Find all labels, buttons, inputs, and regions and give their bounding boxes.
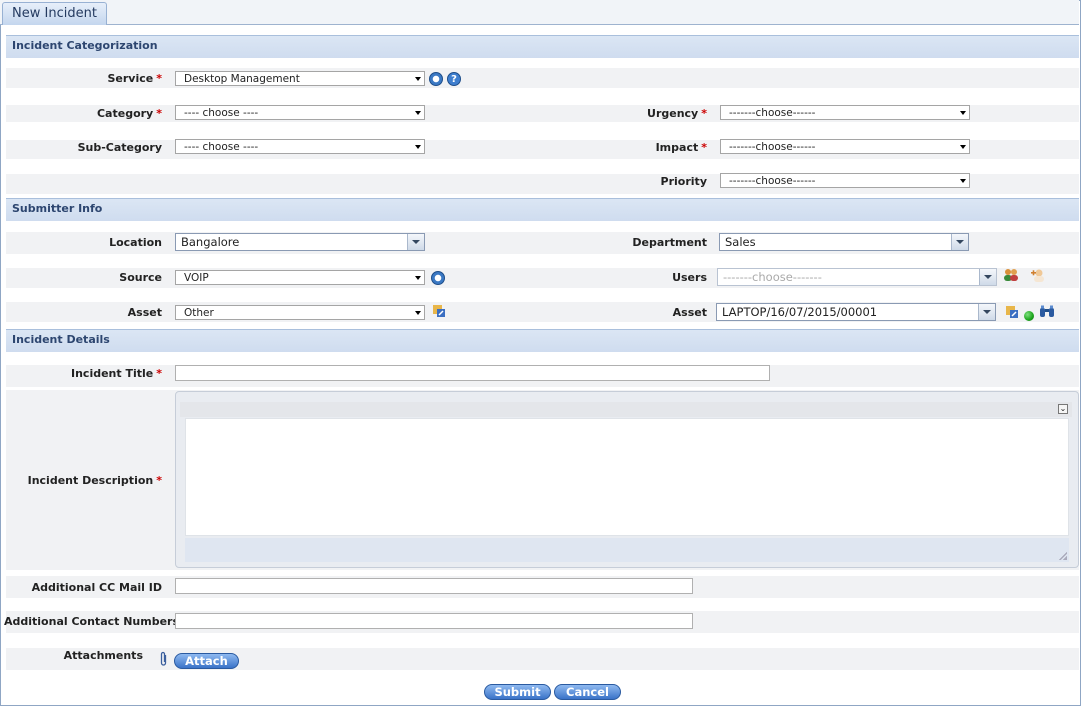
users-label: Users <box>672 271 707 284</box>
section-incident-details: Incident Details <box>6 329 1079 352</box>
contact-numbers-input[interactable] <box>175 613 693 629</box>
asset-right-label: Asset <box>672 306 707 319</box>
binoculars-icon[interactable] <box>1039 305 1055 318</box>
source-select[interactable]: VOIP <box>175 270 425 285</box>
category-select[interactable]: ---- choose ---- <box>175 105 425 120</box>
impact-label: Impact * <box>655 141 707 154</box>
priority-select[interactable]: -------choose------ <box>720 173 970 188</box>
department-select[interactable]: Sales <box>719 233 969 251</box>
gear-icon[interactable] <box>429 72 443 86</box>
gear-icon[interactable] <box>431 271 445 285</box>
sub-category-label: Sub-Category <box>77 141 162 154</box>
incident-description-label: Incident Description * <box>27 474 162 487</box>
editor-toolbar: ⌄ <box>180 402 1072 417</box>
priority-label: Priority <box>660 175 707 188</box>
service-select[interactable]: Desktop Management <box>175 71 425 86</box>
status-dot-icon <box>1024 311 1034 321</box>
category-label: Category * <box>96 107 162 120</box>
paperclip-icon <box>160 651 167 666</box>
location-select[interactable]: Bangalore <box>175 233 425 251</box>
asset-right-select[interactable]: LAPTOP/16/07/2015/00001 <box>716 303 996 321</box>
cc-mail-input[interactable] <box>175 578 693 594</box>
service-label: Service * <box>107 72 163 85</box>
incident-title-label: Incident Title * <box>71 367 162 380</box>
rich-text-editor: ⌄ <box>175 391 1079 568</box>
urgency-label: Urgency * <box>647 107 707 120</box>
help-icon[interactable]: ? <box>447 72 461 86</box>
row-service <box>6 68 1079 88</box>
users-select[interactable]: -------choose------- <box>717 268 997 286</box>
resize-handle-icon[interactable] <box>1059 552 1067 560</box>
asset-edit-icon[interactable] <box>432 304 446 318</box>
attachments-label: Attachments <box>63 649 143 662</box>
urgency-select[interactable]: -------choose------ <box>720 105 970 120</box>
impact-select[interactable]: -------choose------ <box>720 139 970 154</box>
cc-mail-label: Additional CC Mail ID <box>31 581 162 594</box>
attach-button[interactable]: Attach <box>174 653 239 669</box>
asset-label: Asset <box>127 306 162 319</box>
chevron-down-icon[interactable]: ⌄ <box>1058 404 1068 414</box>
add-user-icon[interactable] <box>1030 268 1046 282</box>
description-editor-area[interactable] <box>185 418 1069 536</box>
users-icon[interactable] <box>1003 268 1019 282</box>
editor-statusbar <box>185 538 1069 562</box>
tab-new-incident[interactable]: New Incident <box>2 2 107 25</box>
department-label: Department <box>632 236 707 249</box>
section-incident-categorization: Incident Categorization <box>6 35 1079 58</box>
section-submitter-info: Submitter Info <box>6 198 1079 221</box>
incident-title-input[interactable] <box>175 365 770 381</box>
contact-numbers-label: Additional Contact Numbers <box>4 615 180 628</box>
sub-category-select[interactable]: ---- choose ---- <box>175 139 425 154</box>
asset-edit-icon[interactable] <box>1005 305 1019 319</box>
source-label: Source <box>119 271 162 284</box>
tab-bar: New Incident <box>0 0 1079 25</box>
location-label: Location <box>109 236 162 249</box>
asset-select[interactable]: Other <box>175 305 425 320</box>
cancel-button[interactable]: Cancel <box>554 684 621 700</box>
submit-button[interactable]: Submit <box>484 684 551 700</box>
